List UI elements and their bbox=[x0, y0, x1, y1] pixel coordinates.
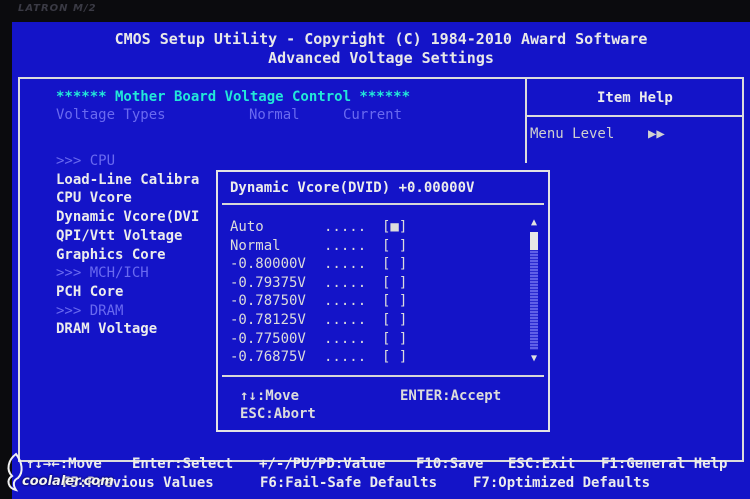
option-leader: ..... bbox=[324, 312, 367, 328]
menu-level-label: Menu Level bbox=[530, 126, 615, 142]
option-marker: [ ] bbox=[382, 330, 408, 347]
option-label: Auto bbox=[230, 219, 264, 235]
voltage-setting-item[interactable]: PCH Core bbox=[56, 283, 123, 301]
option-marker: [ ] bbox=[382, 274, 408, 291]
voltage-setting-item[interactable]: Graphics Core bbox=[56, 246, 166, 264]
option-selected-marker: [■] bbox=[382, 219, 408, 235]
section-title: ****** Mother Board Voltage Control ****… bbox=[56, 89, 411, 105]
option-leader: ..... bbox=[324, 274, 367, 291]
option-leader: ..... bbox=[324, 237, 367, 254]
option-label: Normal bbox=[230, 237, 281, 254]
popup-scrollbar[interactable]: ▲ ▼ bbox=[529, 218, 539, 366]
option-leader: ..... bbox=[324, 330, 367, 347]
option-label: -0.78750V bbox=[230, 293, 306, 310]
voltage-setting-item[interactable]: Load-Line Calibra bbox=[56, 171, 199, 189]
popup-hint-abort: ESC:Abort bbox=[240, 406, 316, 422]
key-hint-value: +/-/PU/PD:Value bbox=[259, 456, 386, 472]
menu-level-arrows-icon: ▶▶ bbox=[648, 126, 665, 142]
help-divider-vertical bbox=[525, 79, 527, 163]
popup-option[interactable]: Normal..... [ ] bbox=[230, 237, 530, 255]
scroll-down-icon[interactable]: ▼ bbox=[529, 354, 539, 364]
option-marker: [ ] bbox=[382, 293, 408, 310]
popup-hint-move: ↑↓:Move bbox=[240, 388, 300, 404]
popup-option[interactable]: -0.77500V..... [ ] bbox=[230, 330, 530, 348]
option-popup: Dynamic Vcore(DVID) +0.00000V Auto..... [… bbox=[216, 170, 550, 432]
key-hint-select: Enter:Select bbox=[132, 456, 234, 472]
voltage-setting-item[interactable]: Dynamic Vcore(DVI bbox=[56, 208, 199, 226]
popup-option[interactable]: -0.78750V..... [ ] bbox=[230, 292, 530, 310]
monitor-brand: LATRON M/2 bbox=[18, 3, 97, 14]
option-label: -0.77500V bbox=[230, 330, 306, 347]
page-title: Advanced Voltage Settings bbox=[268, 49, 494, 67]
option-label: -0.78125V bbox=[230, 312, 306, 328]
column-header-types: Voltage Types bbox=[56, 107, 166, 123]
section-header-item: >>> MCH/ICH bbox=[56, 265, 149, 282]
popup-hint-accept: ENTER:Accept bbox=[400, 388, 502, 404]
popup-separator bbox=[222, 203, 544, 205]
bios-screen: CMOS Setup Utility - Copyright (C) 1984-… bbox=[12, 22, 750, 499]
voltage-setting-item[interactable]: DRAM Voltage bbox=[56, 320, 157, 338]
scroll-thumb[interactable] bbox=[530, 232, 538, 250]
popup-option[interactable]: -0.78125V..... [ ] bbox=[230, 311, 530, 329]
popup-option[interactable]: -0.76875V..... [ ] bbox=[230, 348, 530, 366]
option-leader: ..... bbox=[324, 256, 367, 273]
section-header-item: >>> CPU bbox=[56, 153, 116, 169]
key-hint-failsafe: F6:Fail-Safe Defaults bbox=[260, 475, 438, 491]
popup-option[interactable]: -0.80000V..... [ ] bbox=[230, 255, 530, 273]
option-label: -0.79375V bbox=[230, 274, 306, 291]
key-hint-save: F10:Save bbox=[416, 456, 484, 472]
option-marker: [ ] bbox=[382, 312, 408, 328]
option-leader: ..... bbox=[324, 349, 367, 366]
popup-option[interactable]: Auto..... [■] bbox=[230, 218, 530, 236]
key-hint-optimized: F7:Optimized Defaults bbox=[473, 475, 651, 491]
watermark-text: coolaler.com bbox=[22, 474, 114, 489]
help-divider-horizontal bbox=[525, 115, 744, 117]
column-header-normal: Normal bbox=[249, 107, 300, 123]
scroll-up-icon[interactable]: ▲ bbox=[529, 218, 539, 228]
watermark: coolaler.com bbox=[0, 452, 114, 498]
key-hint-exit: ESC:Exit bbox=[508, 456, 576, 472]
section-header-item: >>> DRAM bbox=[56, 302, 124, 319]
option-marker: [ ] bbox=[382, 349, 408, 366]
popup-option[interactable]: -0.79375V..... [ ] bbox=[230, 274, 530, 292]
option-label: -0.80000V bbox=[230, 256, 306, 273]
popup-separator-bottom bbox=[222, 375, 544, 377]
option-marker: [ ] bbox=[382, 237, 408, 254]
option-label: -0.76875V bbox=[230, 349, 306, 366]
popup-title: Dynamic Vcore(DVID) +0.00000V bbox=[230, 180, 475, 196]
voltage-setting-item[interactable]: CPU Vcore bbox=[56, 189, 132, 207]
option-leader: ..... bbox=[324, 293, 367, 310]
option-marker: [ ] bbox=[382, 256, 408, 273]
item-help-title: Item Help bbox=[597, 90, 673, 106]
key-hint-help: F1:General Help bbox=[601, 456, 728, 472]
column-header-current: Current bbox=[343, 107, 403, 123]
header-copyright: CMOS Setup Utility - Copyright (C) 1984-… bbox=[114, 30, 648, 48]
option-leader: ..... bbox=[324, 219, 367, 235]
voltage-setting-item[interactable]: QPI/Vtt Voltage bbox=[56, 227, 182, 245]
